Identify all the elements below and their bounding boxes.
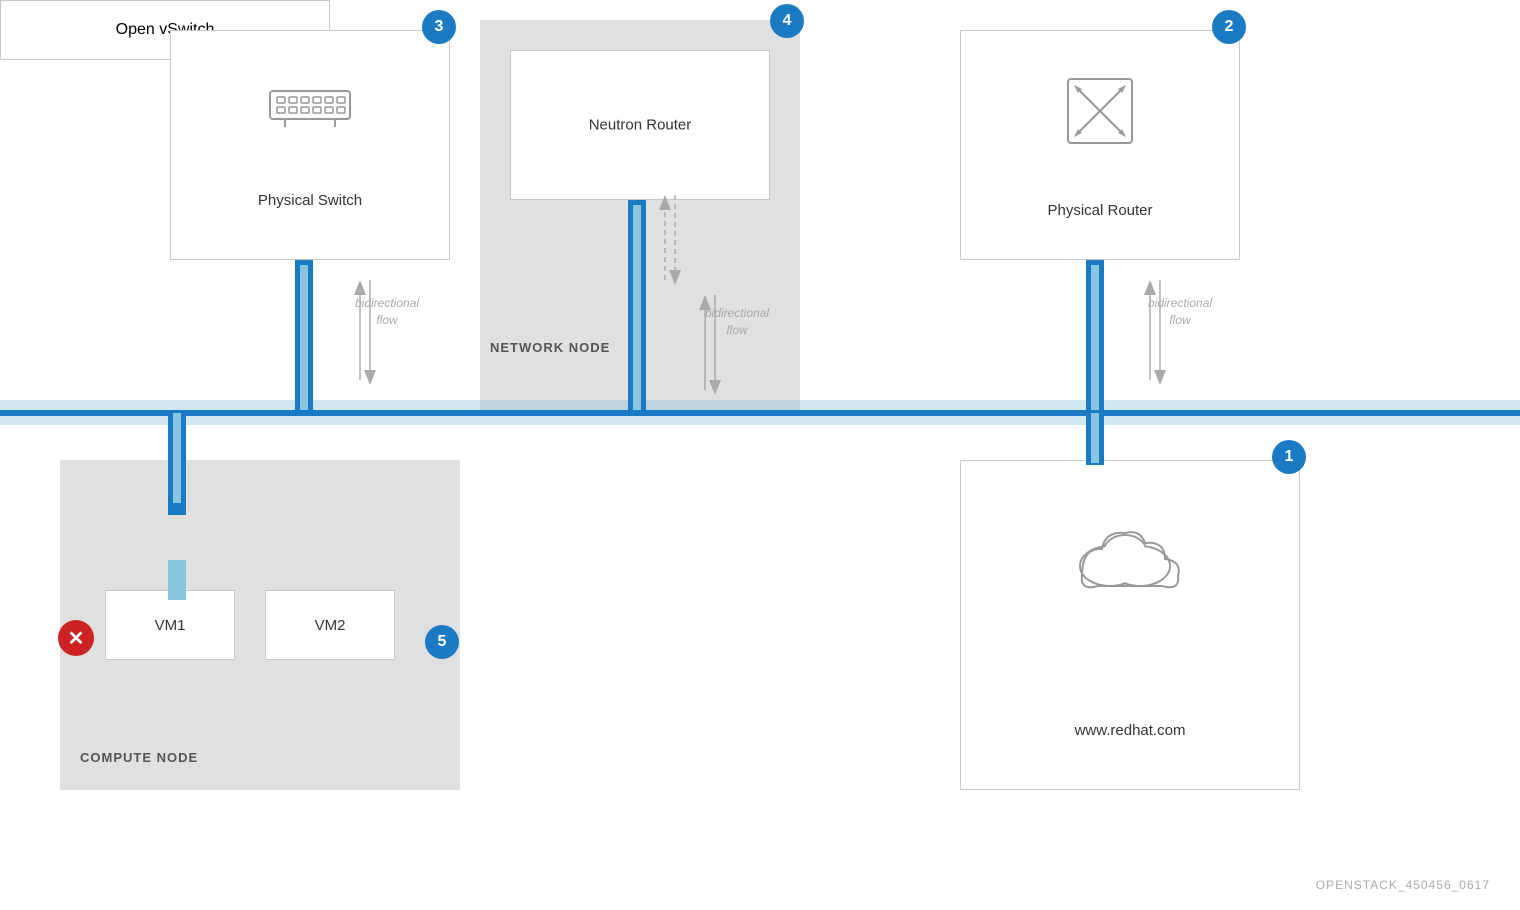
physical-router-box: Physical Router xyxy=(960,30,1240,260)
vm2-label: VM2 xyxy=(315,617,346,634)
physical-switch-box: Physical Switch xyxy=(170,30,450,260)
neutron-router-label: Neutron Router xyxy=(511,117,769,134)
redhat-box: www.redhat.com xyxy=(960,460,1300,790)
badge-5: 5 xyxy=(425,625,459,659)
error-badge: ✕ xyxy=(58,620,94,656)
compute-connector-pipe xyxy=(173,413,181,503)
switch-bidir-arrows xyxy=(335,270,385,390)
switch-connector-pipe xyxy=(300,265,308,410)
network-dashed-arrows xyxy=(640,190,690,290)
vm1-box: VM1 xyxy=(105,590,235,660)
redhat-label: www.redhat.com xyxy=(961,722,1299,739)
router-connector-pipe xyxy=(1091,265,1099,410)
redhat-connector-pipe xyxy=(1091,413,1099,463)
vm1-label: VM1 xyxy=(155,617,186,634)
badge-1: 1 xyxy=(1272,440,1306,474)
badge-2: 2 xyxy=(1212,10,1246,44)
network-bidir-arrows xyxy=(680,290,730,400)
compute-connector-pipe2 xyxy=(168,560,186,600)
badge-4: 4 xyxy=(770,4,804,38)
physical-router-label: Physical Router xyxy=(961,202,1239,219)
footer-text: OPENSTACK_450456_0617 xyxy=(1316,878,1490,892)
backbone-line xyxy=(0,410,1520,416)
router-icon xyxy=(1060,71,1140,151)
compute-node-label: COMPUTE NODE xyxy=(80,750,198,765)
physical-switch-label: Physical Switch xyxy=(171,192,449,209)
cloud-icon xyxy=(1070,521,1190,591)
network-node-label: NETWORK NODE xyxy=(490,340,610,355)
router-bidir-arrows xyxy=(1125,270,1175,390)
diagram-container: Physical Switch 3 Neutron Router NETWORK… xyxy=(0,0,1520,910)
vm2-box: VM2 xyxy=(265,590,395,660)
compute-connector-blue2 xyxy=(168,505,186,515)
badge-3: 3 xyxy=(422,10,456,44)
neutron-router-box: Neutron Router xyxy=(510,50,770,200)
switch-icon xyxy=(265,81,355,131)
